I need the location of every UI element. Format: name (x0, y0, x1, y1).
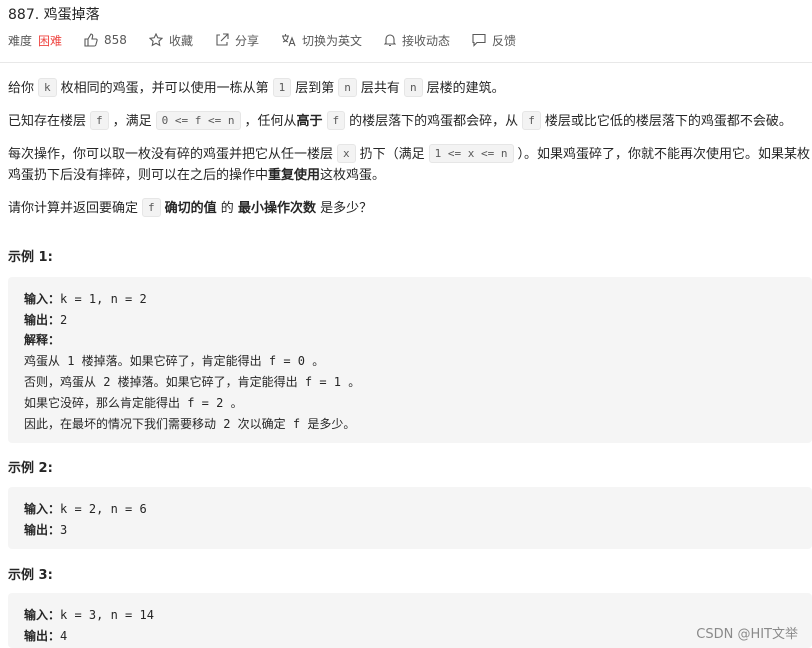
inline-code: n (403, 78, 423, 97)
text: 层楼的建筑。 (426, 81, 505, 96)
output-label: 输出： (24, 523, 61, 537)
example-2-box: 输入：k = 2, n = 6 输出：3 (8, 487, 812, 549)
difficulty-badge: 困难 (38, 33, 63, 48)
example-2-title: 示例 2: (8, 461, 53, 476)
text: 层共有 (360, 81, 400, 96)
inline-code: 1 (272, 78, 292, 97)
inline-code: f (142, 198, 161, 217)
feedback-button[interactable]: 反馈 (472, 32, 516, 49)
output-label: 输出： (24, 629, 61, 643)
input-value: k = 2, n = 6 (60, 502, 147, 516)
example-1-title: 示例 1: (8, 250, 53, 265)
example-input: 输入：k = 1, n = 2 (24, 290, 147, 307)
favorite-label: 收藏 (168, 33, 193, 48)
like-count: 858 (104, 33, 127, 47)
translate-button[interactable]: 切换为英文 (281, 32, 362, 49)
like-button[interactable]: 858 (84, 33, 127, 47)
feedback-icon (472, 33, 486, 47)
input-label: 输入： (24, 608, 61, 622)
output-value: 3 (60, 523, 68, 537)
inline-code: f (90, 111, 109, 130)
inline-code: x (337, 144, 356, 163)
text: ）。如果鸡蛋碎了，你就不能再次使用它。如果某枚 (517, 147, 811, 162)
inline-code: 0 <= f <= n (155, 111, 241, 130)
feedback-label: 反馈 (492, 33, 517, 48)
example-3-title: 示例 3: (8, 568, 53, 583)
example-output: 输出：2 (24, 311, 67, 328)
input-value: k = 1, n = 2 (60, 292, 147, 306)
explanation-line: 鸡蛋从 1 楼掉落。如果它碎了，肯定能得出 f = 0 。 (24, 354, 325, 368)
text: 楼层或比它低的楼层落下的鸡蛋都不会破。 (544, 114, 792, 129)
share-label: 分享 (234, 33, 259, 48)
text: ，任何从 (244, 114, 297, 129)
inline-code: n (338, 78, 357, 97)
text: 请你计算并返回要确定 (8, 201, 139, 216)
input-label: 输入： (24, 502, 61, 516)
text: 的 (220, 201, 234, 216)
problem-title: 887. 鸡蛋掉落 (8, 7, 100, 23)
difficulty-label: 难度 (8, 33, 33, 48)
inline-code: 1 <= x <= n (428, 144, 514, 163)
text: 每次操作，你可以取一枚没有碎的鸡蛋并把它从任一楼层 (8, 147, 334, 162)
description-paragraph-3-line-2: 鸡蛋扔下后没有摔碎，则可以在之后的操作中重复使用这枚鸡蛋。 (8, 164, 385, 183)
bold-text: 重复使用 (268, 168, 321, 183)
star-icon (148, 33, 163, 47)
translate-label: 切换为英文 (301, 33, 362, 48)
text: ，满足 (112, 114, 152, 129)
inline-code: k (38, 78, 57, 97)
bold-text: 高于 (296, 114, 323, 129)
output-value: 2 (60, 313, 68, 327)
description-paragraph-1: 给你 k 枚相同的鸡蛋，并可以使用一栋从第 1 层到第 n 层共有 n 层楼的建筑。 (8, 77, 505, 97)
text: 给你 (8, 81, 35, 96)
translate-icon (281, 34, 296, 47)
problem-meta-toolbar: 难度 困难 858 收藏 分享 切换为英文 接收动态 反馈 (8, 30, 538, 50)
example-input: 输入：k = 2, n = 6 (24, 500, 147, 517)
example-output: 输出：4 (24, 627, 67, 644)
output-label: 输出： (24, 313, 61, 327)
output-value: 4 (60, 629, 68, 643)
inline-code: f (522, 111, 541, 130)
share-icon (216, 33, 229, 46)
explanation-line: 否则，鸡蛋从 2 楼掉落。如果它碎了，肯定能得出 f = 1 。 (24, 375, 361, 389)
text: 这枚鸡蛋。 (320, 168, 386, 183)
example-3-box: 输入：k = 3, n = 14 输出：4 (8, 593, 812, 648)
text: 的楼层落下的鸡蛋都会碎，从 (349, 114, 519, 129)
text: 层到第 (295, 81, 335, 96)
inline-code: f (326, 111, 346, 130)
example-1-box: 输入：k = 1, n = 2 输出：2 解释： 鸡蛋从 1 楼掉落。如果它碎了… (8, 277, 812, 443)
text: 枚相同的鸡蛋，并可以使用一栋从第 (60, 81, 269, 96)
example-input: 输入：k = 3, n = 14 (24, 606, 154, 623)
bold-text: 确切的值 (164, 201, 217, 216)
description-paragraph-4: 请你计算并返回要确定 f 确切的值 的 最小操作次数 是多少？ (8, 197, 372, 217)
example-explanation-label: 解释： (24, 331, 60, 348)
bold-text: 最小操作次数 (237, 201, 316, 216)
example-output: 输出：3 (24, 521, 67, 538)
header-divider (0, 62, 812, 63)
bell-icon (383, 34, 396, 47)
favorite-button[interactable]: 收藏 (148, 32, 193, 49)
description-paragraph-3: 每次操作，你可以取一枚没有碎的鸡蛋并把它从任一楼层 x 扔下（满足 1 <= x <=… (8, 143, 810, 163)
subscribe-button[interactable]: 接收动态 (383, 32, 450, 49)
text: 扔下（满足 (359, 147, 425, 162)
text: 是多少？ (320, 201, 373, 216)
input-label: 输入： (24, 292, 61, 306)
description-paragraph-2: 已知存在楼层 f ，满足 0 <= f <= n ，任何从高于 f 的楼层落下的鸡蛋都会碎，… (8, 110, 792, 130)
subscribe-label: 接收动态 (401, 33, 450, 48)
share-button[interactable]: 分享 (215, 32, 259, 49)
input-value: k = 3, n = 14 (60, 608, 154, 622)
explain-label: 解释： (24, 333, 61, 347)
text: 鸡蛋扔下后没有摔碎，则可以在之后的操作中 (8, 168, 269, 183)
csdn-watermark: CSDN @HIT文举 (696, 627, 798, 642)
explanation-line: 因此，在最坏的情况下我们需要移动 2 次以确定 f 是多少。 (24, 417, 356, 431)
text: 已知存在楼层 (8, 114, 87, 129)
thumbs-up-icon (84, 33, 98, 47)
explanation-line: 如果它没碎，那么肯定能得出 f = 2 。 (24, 396, 243, 410)
